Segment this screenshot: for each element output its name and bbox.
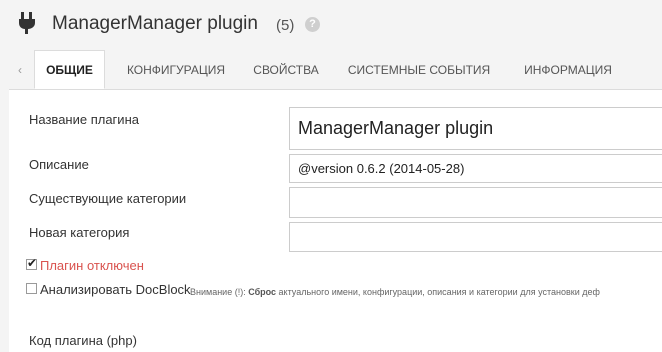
tab-general[interactable]: Общие xyxy=(34,50,105,89)
question-circle-icon[interactable]: ? xyxy=(305,17,320,32)
new-category-input[interactable] xyxy=(289,222,662,252)
page-header: ManagerManager plugin (5) ? xyxy=(0,0,662,50)
plugin-disabled-checkbox[interactable]: ✔ xyxy=(26,256,38,270)
plug-icon xyxy=(19,12,35,34)
left-edge xyxy=(0,50,9,352)
warning-note: Внимание (!): Сброс актуального имени, к… xyxy=(190,287,600,297)
tab-properties[interactable]: Свойства xyxy=(245,50,327,89)
plugin-name-label: Название плагина xyxy=(29,112,139,127)
existing-categories-label: Существующие категории xyxy=(29,191,187,206)
tab-configuration[interactable]: Конфигурация xyxy=(113,50,239,89)
description-input[interactable]: @version 0.6.2 (2014-05-28) xyxy=(289,154,662,183)
analyze-docblock-checkbox[interactable] xyxy=(26,283,37,294)
note-rest: актуального имени, конфигурации, описани… xyxy=(276,287,600,297)
note-prefix: Внимание (!): xyxy=(190,287,249,297)
tab-system-events[interactable]: Системные события xyxy=(340,50,498,89)
item-count: (5) xyxy=(276,17,295,34)
existing-categories-select[interactable] xyxy=(289,187,662,218)
plugin-disabled-label[interactable]: Плагин отключен xyxy=(40,258,144,273)
page-title: ManagerManager plugin xyxy=(52,13,258,34)
tab-information[interactable]: Информация xyxy=(512,50,624,89)
checkmark-icon: ✔ xyxy=(27,256,38,270)
new-category-label: Новая категория xyxy=(29,225,130,240)
analyze-docblock-label[interactable]: Анализировать DocBlock xyxy=(40,282,191,297)
plugin-code-label: Код плагина (php) xyxy=(29,333,137,348)
plugin-name-input[interactable]: ManagerManager plugin xyxy=(289,107,662,150)
description-label: Описание xyxy=(29,157,89,172)
tab-bar: ‹ Общие Конфигурация Свойства Системные … xyxy=(9,50,662,90)
note-reset: Сброс xyxy=(248,287,277,297)
chevron-left-icon[interactable]: ‹ xyxy=(18,63,22,77)
